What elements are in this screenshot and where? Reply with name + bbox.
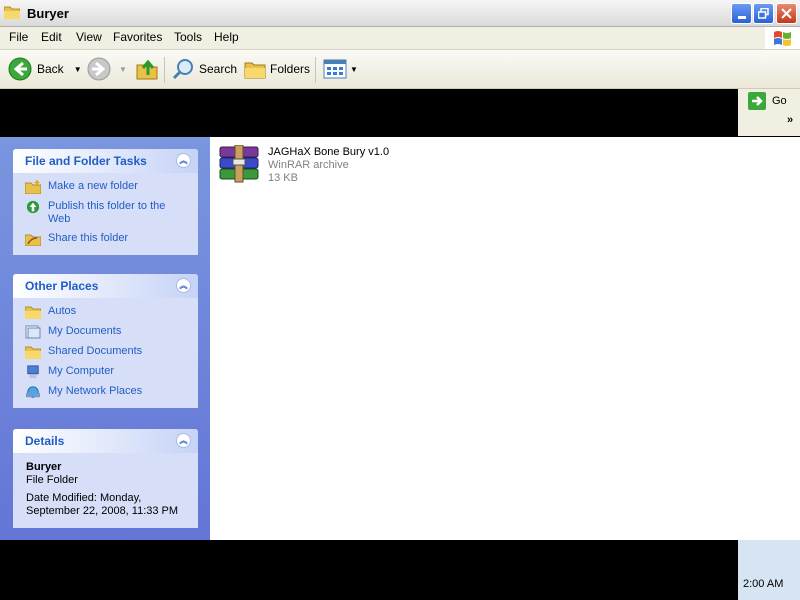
system-tray (738, 540, 800, 600)
file-folder-tasks-panel: File and Folder Tasks ︽ Make a new folde… (13, 149, 198, 255)
task-label: Make a new folder (48, 180, 138, 192)
place-autos[interactable]: Autos (13, 302, 198, 322)
place-label: My Computer (48, 365, 115, 377)
menu-tools[interactable]: Tools (174, 30, 202, 44)
go-button[interactable]: Go (748, 92, 787, 110)
back-arrow-icon (8, 57, 32, 81)
go-arrow-icon (748, 92, 766, 110)
file-size: 13 KB (268, 172, 298, 184)
menu-file[interactable]: File (9, 30, 28, 44)
panel-header[interactable]: Other Places ︽ (13, 274, 198, 298)
toolbar-separator (315, 57, 316, 83)
file-name: JAGHaX Bone Bury v1.0 (268, 146, 390, 158)
links-chevron-icon[interactable]: » (787, 114, 793, 126)
my-computer-icon (27, 365, 39, 379)
network-places-icon (26, 386, 40, 398)
file-list-view[interactable] (210, 137, 800, 540)
folder-icon (25, 306, 41, 319)
winrar-archive-icon (219, 145, 259, 183)
views-button[interactable]: ▼ (323, 50, 358, 88)
folders-icon (244, 62, 266, 79)
my-documents-icon (25, 325, 41, 339)
task-label: Publish this folder to the Web (48, 200, 166, 225)
windows-flag-icon (774, 31, 791, 46)
place-my-computer[interactable]: My Computer (13, 362, 198, 382)
task-share-folder[interactable]: Share this folder (13, 229, 198, 249)
place-label: Autos (48, 305, 77, 317)
task-label: Share this folder (48, 232, 129, 244)
menu-help[interactable]: Help (214, 30, 239, 44)
panel-title: File and Folder Tasks (25, 154, 147, 168)
back-button[interactable]: Back ▼ (8, 50, 82, 88)
task-pane: File and Folder Tasks ︽ Make a new folde… (0, 137, 210, 540)
toolbar: Back ▼ ▼ Search Folders ▼ (0, 50, 800, 89)
place-label: My Network Places (48, 385, 143, 397)
folder-up-icon (136, 59, 158, 80)
go-label: Go (772, 95, 787, 107)
collapse-icon[interactable]: ︽ (176, 278, 191, 293)
details-name: Buryer (26, 461, 62, 473)
clock[interactable]: 2:00 AM (743, 578, 783, 590)
place-label: My Documents (48, 325, 122, 337)
restore-icon (758, 8, 769, 19)
details-modified: Date Modified: Monday, September 22, 200… (26, 492, 179, 517)
panel-title: Other Places (25, 279, 99, 293)
collapse-icon[interactable]: ︽ (176, 153, 191, 168)
title-bar: Buryer (0, 0, 800, 27)
back-label: Back (37, 62, 64, 76)
chevron-down-icon[interactable]: ▼ (119, 65, 127, 74)
close-icon (781, 8, 792, 19)
search-label: Search (199, 62, 238, 76)
panel-header[interactable]: File and Folder Tasks ︽ (13, 149, 198, 173)
folders-button[interactable]: Folders (243, 50, 310, 88)
search-icon (172, 59, 193, 80)
panel-header[interactable]: Details ︽ (13, 429, 198, 453)
place-label: Shared Documents (48, 345, 143, 357)
task-make-new-folder[interactable]: Make a new folder (13, 177, 198, 197)
taskbar-redacted (0, 540, 738, 600)
publish-web-icon (26, 200, 40, 214)
details-type: File Folder (26, 474, 78, 486)
minimize-button[interactable] (731, 3, 752, 24)
collapse-icon[interactable]: ︽ (176, 433, 191, 448)
folder-icon (25, 346, 41, 359)
file-type: WinRAR archive (268, 159, 349, 171)
chevron-down-icon[interactable]: ▼ (74, 65, 82, 74)
views-icon (323, 59, 347, 79)
window-title: Buryer (27, 6, 69, 21)
other-places-panel: Other Places ︽ Autos My Documents Shared… (13, 274, 198, 408)
place-my-network-places[interactable]: My Network Places (13, 382, 198, 402)
folder-icon (4, 6, 20, 19)
new-folder-icon (25, 180, 41, 194)
details-panel: Details ︽ Buryer File Folder Date Modifi… (13, 429, 198, 528)
place-my-documents[interactable]: My Documents (13, 322, 198, 342)
forward-button[interactable]: ▼ (87, 50, 127, 88)
chevron-down-icon[interactable]: ▼ (350, 65, 358, 74)
folders-label: Folders (270, 62, 311, 76)
task-publish-folder[interactable]: Publish this folder to the Web (13, 197, 198, 229)
menu-view[interactable]: View (76, 30, 102, 44)
up-button[interactable] (135, 50, 159, 88)
search-button[interactable]: Search (171, 50, 237, 88)
panel-title: Details (25, 434, 65, 448)
close-button[interactable] (776, 3, 797, 24)
menu-edit[interactable]: Edit (41, 30, 62, 44)
toolbar-separator (164, 57, 165, 83)
minimize-icon (737, 16, 746, 19)
address-bar-redacted (0, 89, 738, 136)
menu-favorites[interactable]: Favorites (113, 30, 162, 44)
restore-button[interactable] (753, 3, 774, 24)
menu-bar: File Edit View Favorites Tools Help (0, 27, 800, 50)
forward-arrow-icon (87, 57, 111, 81)
place-shared-documents[interactable]: Shared Documents (13, 342, 198, 362)
windows-logo (765, 27, 800, 49)
share-folder-icon (25, 234, 41, 246)
